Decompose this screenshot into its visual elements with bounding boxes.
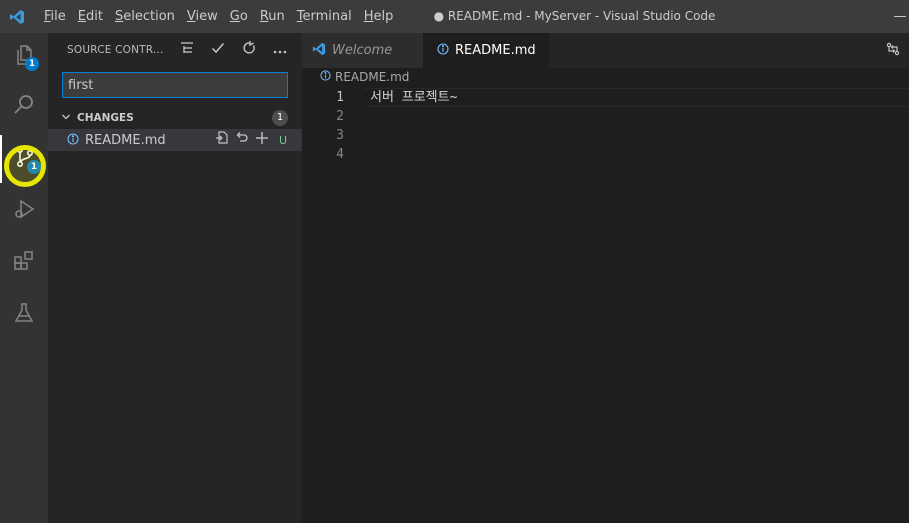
commit-button[interactable] xyxy=(202,33,233,67)
changes-count-badge: 1 xyxy=(272,110,288,126)
editor-line: 2 xyxy=(302,107,909,126)
explorer-badge: 1 xyxy=(25,57,39,71)
line-text: 서버 프로젝트~ xyxy=(370,90,458,105)
chevron-down-icon xyxy=(61,112,73,125)
refresh-icon xyxy=(242,41,256,59)
stage-changes-button[interactable] xyxy=(252,131,272,149)
click-highlight-ring xyxy=(4,145,46,187)
line-number: 2 xyxy=(336,109,344,124)
activity-bar: 1 1 xyxy=(0,33,48,523)
sidebar-actions xyxy=(171,33,295,67)
search-icon xyxy=(12,93,36,121)
info-icon xyxy=(320,70,331,84)
menu-go[interactable]: Go xyxy=(224,0,254,33)
vscode-logo-icon xyxy=(0,0,34,33)
flask-icon xyxy=(12,301,36,329)
tab-readme[interactable]: README.md xyxy=(423,33,549,68)
title-bar: File Edit Selection View Go Run Terminal… xyxy=(0,0,909,33)
tab-welcome-label: Welcome xyxy=(332,43,393,58)
minimize-button[interactable]: — xyxy=(891,0,909,33)
tab-readme-label: README.md xyxy=(455,43,536,58)
info-icon xyxy=(437,42,449,59)
changes-label: CHANGES xyxy=(77,112,134,124)
discard-changes-button[interactable] xyxy=(232,131,252,149)
commit-message-input[interactable]: first xyxy=(62,72,288,98)
run-debug-activity-button[interactable] xyxy=(0,187,48,235)
extensions-activity-button[interactable] xyxy=(0,239,48,287)
ellipsis-icon xyxy=(273,42,287,58)
breadcrumb-file: README.md xyxy=(335,70,410,84)
explorer-activity-button[interactable]: 1 xyxy=(0,33,48,81)
open-file-button[interactable] xyxy=(212,131,232,149)
compare-changes-icon xyxy=(886,42,900,60)
file-actions: U xyxy=(212,129,292,151)
editor-line: 1 서버 프로젝트~ xyxy=(302,88,909,107)
source-control-sidebar: SOURCE CONTR... first CHANGES 1 README.m… xyxy=(48,33,302,523)
vscode-icon xyxy=(312,42,326,60)
changed-file-row[interactable]: README.md U xyxy=(48,129,302,151)
menu-run[interactable]: Run xyxy=(254,0,291,33)
changes-group-header[interactable]: CHANGES 1 xyxy=(48,107,302,129)
text-editor[interactable]: 1 서버 프로젝트~ 2 3 4 xyxy=(302,88,909,523)
line-number: 1 xyxy=(336,90,344,105)
editor-line: 3 xyxy=(302,126,909,145)
tab-welcome[interactable]: Welcome xyxy=(302,33,423,68)
open-changes-button[interactable] xyxy=(881,33,905,68)
menu-bar: File Edit Selection View Go Run Terminal… xyxy=(38,0,399,33)
list-tree-icon xyxy=(180,41,194,59)
sidebar-title: SOURCE CONTR... xyxy=(67,44,164,56)
go-to-file-icon xyxy=(215,131,229,149)
search-activity-button[interactable] xyxy=(0,83,48,131)
file-status-untracked: U xyxy=(278,133,288,147)
check-icon xyxy=(211,41,225,59)
refresh-button[interactable] xyxy=(233,33,264,67)
menu-selection[interactable]: Selection xyxy=(109,0,181,33)
testing-activity-button[interactable] xyxy=(0,291,48,339)
menu-file[interactable]: File xyxy=(38,0,72,33)
discard-icon xyxy=(235,132,249,149)
menu-terminal[interactable]: Terminal xyxy=(291,0,358,33)
info-icon xyxy=(67,132,83,148)
run-debug-icon xyxy=(12,197,36,225)
breadcrumb[interactable]: README.md xyxy=(302,68,409,86)
editor-line: 4 xyxy=(302,145,909,164)
menu-view[interactable]: View xyxy=(181,0,224,33)
more-actions-button[interactable] xyxy=(264,33,295,67)
changed-file-name: README.md xyxy=(85,132,166,148)
editor-tabs: Welcome README.md xyxy=(302,33,909,68)
view-as-tree-button[interactable] xyxy=(171,33,202,67)
menu-help[interactable]: Help xyxy=(358,0,400,33)
plus-icon xyxy=(255,132,269,149)
extensions-icon xyxy=(12,249,36,277)
line-number: 4 xyxy=(336,147,344,162)
line-number: 3 xyxy=(336,128,344,143)
menu-edit[interactable]: Edit xyxy=(72,0,109,33)
sidebar-header: SOURCE CONTR... xyxy=(48,33,302,67)
